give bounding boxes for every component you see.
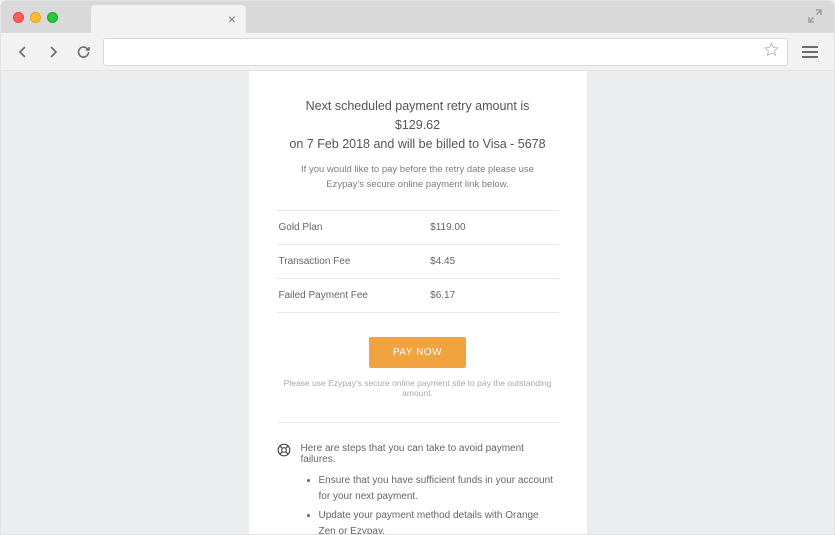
row-label: Gold Plan xyxy=(279,222,431,233)
row-value: $4.45 xyxy=(430,256,556,267)
lifebuoy-icon xyxy=(277,443,291,457)
divider xyxy=(277,422,559,423)
tab-close-icon[interactable]: × xyxy=(228,11,236,27)
window-controls xyxy=(13,12,58,23)
address-bar[interactable] xyxy=(103,38,788,66)
back-button[interactable] xyxy=(13,42,33,62)
steps-list: Ensure that you have sufficient funds in… xyxy=(301,473,559,534)
pay-now-button[interactable]: PAY NOW xyxy=(369,337,466,368)
row-value: $119.00 xyxy=(430,222,556,233)
viewport: Next scheduled payment retry amount is $… xyxy=(1,71,834,534)
list-item: Ensure that you have sufficient funds in… xyxy=(319,473,559,505)
table-row: Transaction Fee $4.45 xyxy=(277,245,559,279)
list-item: Update your payment method details with … xyxy=(319,508,559,534)
heading-line2: on 7 Feb 2018 and will be billed to Visa… xyxy=(285,135,551,154)
payment-subnote: If you would like to pay before the retr… xyxy=(277,163,559,192)
window-maximize[interactable] xyxy=(47,12,58,23)
payment-heading: Next scheduled payment retry amount is $… xyxy=(277,97,559,153)
window-close[interactable] xyxy=(13,12,24,23)
steps-title: Here are steps that you can take to avoi… xyxy=(301,443,559,465)
reload-button[interactable] xyxy=(73,42,93,62)
hamburger-menu-icon[interactable] xyxy=(798,42,822,62)
table-row: Failed Payment Fee $6.17 xyxy=(277,279,559,313)
steps-body: Here are steps that you can take to avoi… xyxy=(301,443,559,534)
table-row: Gold Plan $119.00 xyxy=(277,211,559,245)
payment-card: Next scheduled payment retry amount is $… xyxy=(249,71,587,534)
expand-icon[interactable] xyxy=(808,9,822,28)
row-label: Failed Payment Fee xyxy=(279,290,431,301)
secure-note: Please use Ezypay's secure online paymen… xyxy=(277,378,559,416)
row-value: $6.17 xyxy=(430,290,556,301)
browser-window: × Next scheduled payment retry amount is… xyxy=(0,0,835,535)
browser-tab[interactable]: × xyxy=(91,5,246,33)
heading-line1: Next scheduled payment retry amount is $… xyxy=(285,97,551,135)
nav-bar xyxy=(1,33,834,71)
tab-bar: × xyxy=(1,1,834,33)
steps-section: Here are steps that you can take to avoi… xyxy=(277,443,559,534)
window-minimize[interactable] xyxy=(30,12,41,23)
forward-button[interactable] xyxy=(43,42,63,62)
row-label: Transaction Fee xyxy=(279,256,431,267)
payment-table: Gold Plan $119.00 Transaction Fee $4.45 … xyxy=(277,210,559,313)
bookmark-star-icon[interactable] xyxy=(764,42,779,62)
